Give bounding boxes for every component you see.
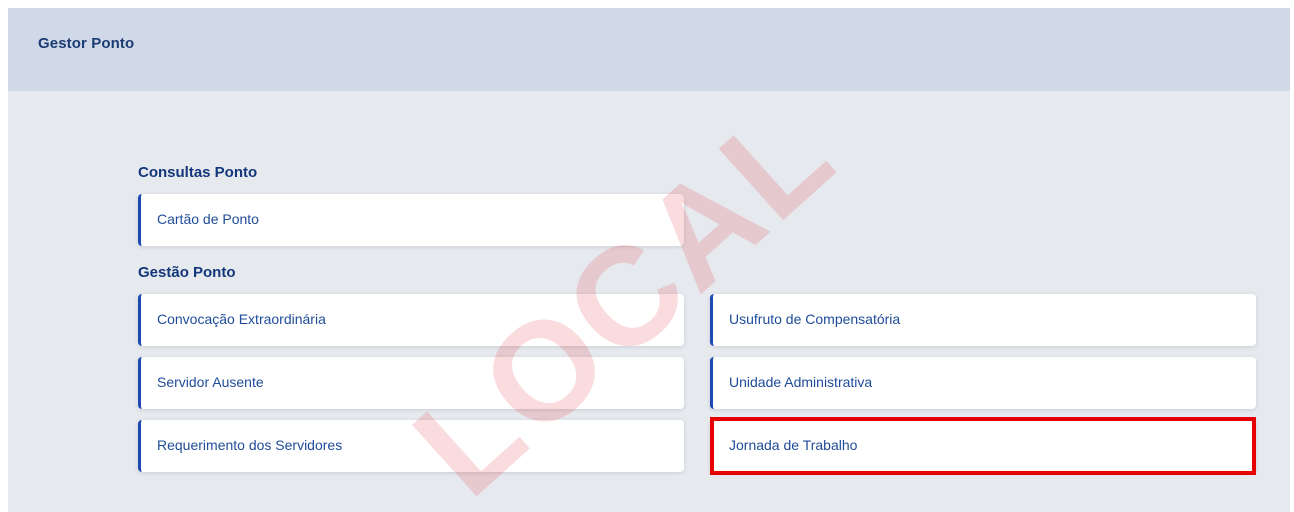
menu-item-jornada-de-trabalho[interactable]: Jornada de Trabalho (710, 420, 1256, 472)
menu-item-label: Unidade Administrativa (729, 374, 873, 390)
page-frame: Gestor Ponto Consultas Ponto Cartão de P… (8, 8, 1290, 512)
menu-item-cartao-de-ponto[interactable]: Cartão de Ponto (138, 194, 684, 246)
menu-item-convocacao-extraordinaria[interactable]: Convocação Extraordinária (138, 294, 684, 346)
menu-item-label: Usufruto de Compensatória (729, 311, 901, 327)
section-title-consultas: Consultas Ponto (138, 164, 258, 181)
menu-item-label: Requerimento dos Servidores (157, 437, 343, 453)
menu-item-label: Jornada de Trabalho (729, 437, 858, 453)
menu-item-label: Servidor Ausente (157, 374, 264, 390)
app-header: Gestor Ponto (8, 8, 1290, 91)
menu-item-label: Convocação Extraordinária (157, 311, 326, 327)
section-title-gestao: Gestão Ponto (138, 264, 236, 281)
menu-item-unidade-administrativa[interactable]: Unidade Administrativa (710, 357, 1256, 409)
menu-item-usufruto-de-compensatoria[interactable]: Usufruto de Compensatória (710, 294, 1256, 346)
menu-item-servidor-ausente[interactable]: Servidor Ausente (138, 357, 684, 409)
app-title: Gestor Ponto (38, 35, 135, 52)
menu-item-requerimento-dos-servidores[interactable]: Requerimento dos Servidores (138, 420, 684, 472)
menu-item-label: Cartão de Ponto (157, 211, 259, 227)
